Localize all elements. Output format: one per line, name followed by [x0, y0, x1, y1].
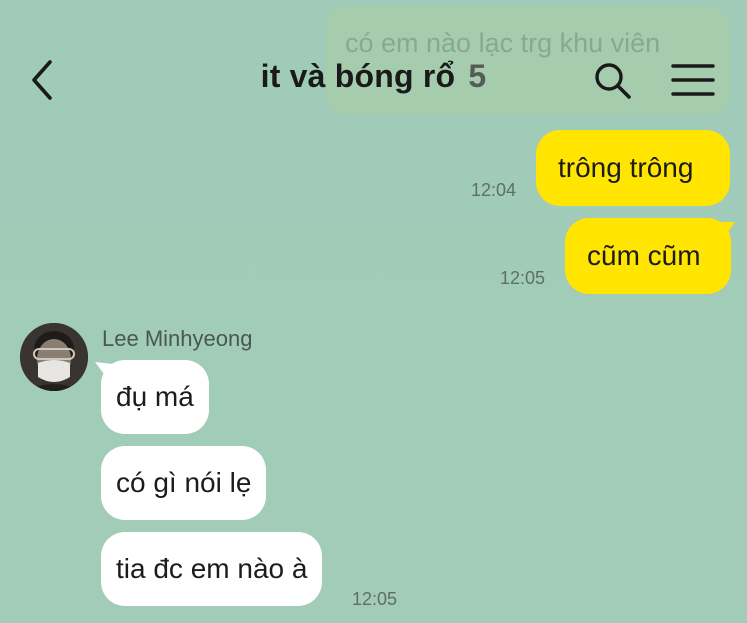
incoming-message-bubble[interactable]: tia đc em nào à: [101, 532, 323, 606]
bubble-tail-shape: [719, 222, 735, 236]
avatar[interactable]: [20, 323, 88, 391]
incoming-message-bubble[interactable]: có gì nói lẹ: [101, 446, 267, 520]
outgoing-message-bubble[interactable]: cũm cũm: [565, 218, 735, 294]
member-count: 5: [468, 58, 487, 94]
message-time: 12:04: [471, 180, 517, 200]
profile-photo-icon: [20, 323, 88, 391]
message-time: 12:05: [500, 268, 546, 288]
message-time: 12:05: [352, 589, 398, 609]
chat-header: it và bóng rổ 5: [0, 40, 747, 120]
menu-button[interactable]: [670, 62, 716, 98]
chat-title: it và bóng rổ 5: [0, 58, 747, 95]
search-button[interactable]: [592, 60, 632, 100]
sender-name: Lee Minhyeong: [102, 326, 253, 351]
outgoing-message-text: cũm cũm: [587, 240, 701, 271]
hamburger-menu-icon: [671, 64, 715, 96]
outgoing-message-bubble[interactable]: trông trông: [536, 130, 730, 206]
outgoing-message-text: trông trông: [558, 152, 694, 183]
incoming-message-text: đụ má: [116, 381, 194, 412]
chat-title-text: it và bóng rổ: [260, 58, 456, 94]
bubble-tail-shape: [95, 362, 113, 378]
incoming-message-text: có gì nói lẹ: [116, 467, 252, 498]
chat-screen: có em nào lạc trg khu viên it và bóng rổ…: [0, 0, 747, 623]
incoming-message-text: tia đc em nào à: [116, 553, 308, 584]
incoming-message-bubble[interactable]: đụ má: [95, 360, 209, 434]
search-icon: [595, 63, 631, 99]
